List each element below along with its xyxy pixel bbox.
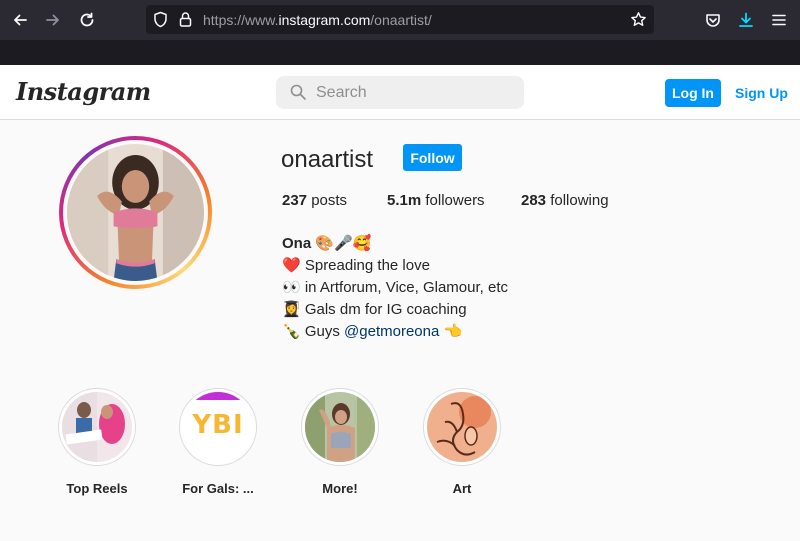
highlight-top-reels[interactable]: Top Reels <box>57 388 137 496</box>
highlight-label: For Gals: ... <box>182 481 254 496</box>
following-count: 283 <box>521 192 547 209</box>
posts-stat: 237 posts <box>282 192 347 209</box>
highlight-for-gals[interactable]: YBI For Gals: ... <box>178 388 258 496</box>
avatar-photo <box>67 144 204 281</box>
url-domain: instagram.com <box>278 12 371 28</box>
follow-button[interactable]: Follow <box>403 144 462 171</box>
followers-stat[interactable]: 5.1m followers <box>387 192 485 209</box>
highlight-image <box>427 392 497 462</box>
highlight-cover <box>301 388 379 466</box>
downloads-button[interactable] <box>735 9 757 31</box>
pocket-button[interactable] <box>702 9 724 31</box>
highlight-photo <box>305 392 375 462</box>
browser-toolbar: https://www.instagram.com/onaartist/ <box>0 0 800 40</box>
bio-line: 👩‍🎓 Gals dm for IG coaching <box>282 301 467 318</box>
avatar-image <box>67 144 204 281</box>
highlight-more[interactable]: More! <box>300 388 380 496</box>
highlight-image <box>305 392 375 462</box>
bio-name: Ona 🎨🎤🥰 <box>282 235 372 252</box>
lock-icon[interactable] <box>177 11 194 28</box>
highlight-photo <box>62 392 132 462</box>
hamburger-icon <box>772 14 786 26</box>
highlight-image <box>62 392 132 462</box>
avatar-border <box>63 140 208 285</box>
back-button[interactable] <box>9 9 31 31</box>
bio-line: 🍾 Guys @getmoreona 👈 <box>282 321 508 343</box>
highlight-label: Top Reels <box>66 481 128 496</box>
bio-text: 🍾 Guys <box>282 323 345 340</box>
highlight-image: YBI <box>183 392 253 462</box>
search-input[interactable] <box>316 76 516 109</box>
highlight-cover <box>423 388 501 466</box>
highlight-cover: YBI <box>179 388 257 466</box>
highlight-cover <box>58 388 136 466</box>
highlight-photo <box>427 392 497 462</box>
instagram-logo[interactable]: Instagram <box>16 77 151 106</box>
url-prefix: https://www. <box>203 12 279 28</box>
bio-text: 👈 <box>439 323 463 340</box>
bio-line: ❤️ Spreading the love <box>282 257 430 274</box>
instagram-header: Instagram Log In Sign Up <box>0 65 800 120</box>
highlight-label: Art <box>452 481 472 496</box>
reload-button[interactable] <box>76 9 98 31</box>
reload-icon <box>80 12 94 27</box>
search-box[interactable] <box>276 76 524 109</box>
highlight-art[interactable]: Art <box>422 388 502 496</box>
bio-line: 👀 in Artforum, Vice, Glamour, etc <box>282 279 508 296</box>
bio-mention-link[interactable]: @getmoreona <box>344 323 439 340</box>
download-icon <box>739 12 753 27</box>
menu-button[interactable] <box>768 9 790 31</box>
highlight-label: More! <box>322 481 358 496</box>
following-stat[interactable]: 283 following <box>521 192 609 209</box>
login-button[interactable]: Log In <box>665 79 721 107</box>
pocket-icon <box>706 14 720 27</box>
star-icon[interactable] <box>630 11 647 28</box>
posts-count: 237 <box>282 192 308 209</box>
profile-username: onaartist <box>281 146 374 173</box>
profile-avatar[interactable] <box>59 136 212 289</box>
arrow-left-icon <box>14 14 27 26</box>
url-bar[interactable]: https://www.instagram.com/onaartist/ <box>146 5 654 34</box>
arrow-right-icon <box>46 14 59 26</box>
followers-count: 5.1m <box>387 192 422 209</box>
url-path: /onaartist/ <box>370 12 432 28</box>
following-label: following <box>550 192 609 209</box>
highlight-art-text: YBI <box>192 410 244 440</box>
forward-button[interactable] <box>42 9 64 31</box>
search-icon <box>290 84 306 100</box>
url-text[interactable]: https://www.instagram.com/onaartist/ <box>203 12 432 28</box>
signup-link[interactable]: Sign Up <box>735 85 788 101</box>
shield-icon[interactable] <box>152 11 169 28</box>
followers-label: followers <box>425 192 485 209</box>
posts-label: posts <box>311 192 348 209</box>
browser-strip <box>0 40 800 65</box>
profile-bio: Ona 🎨🎤🥰 ❤️ Spreading the love 👀 in Artfo… <box>282 233 508 343</box>
